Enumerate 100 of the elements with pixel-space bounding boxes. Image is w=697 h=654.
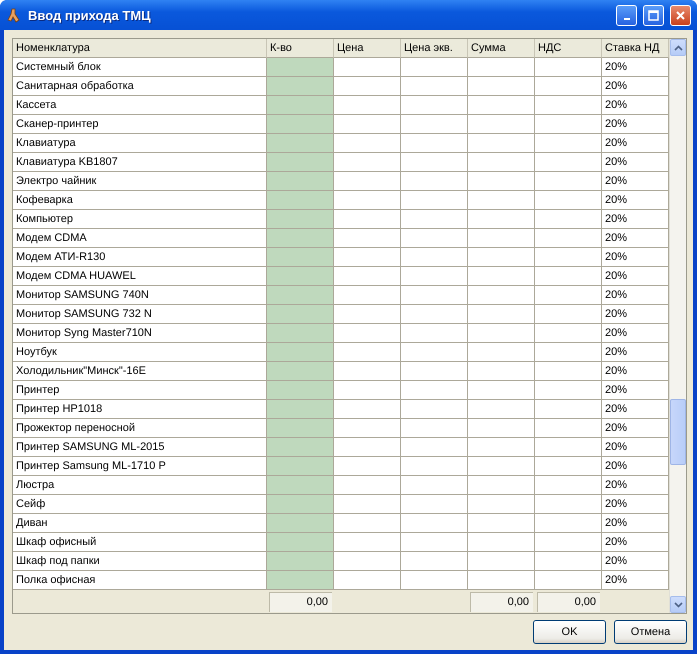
table-cell (535, 343, 602, 362)
quantity-cell[interactable] (267, 343, 334, 362)
table-cell (468, 552, 535, 571)
column-header[interactable]: Сумма (468, 39, 535, 58)
table-cell (334, 267, 401, 286)
table-cell (468, 153, 535, 172)
item-name-cell: Системный блок (13, 58, 267, 77)
quantity-cell[interactable] (267, 115, 334, 134)
quantity-cell[interactable] (267, 248, 334, 267)
quantity-cell[interactable] (267, 210, 334, 229)
item-name-cell: Кассета (13, 96, 267, 115)
vat-rate-cell: 20% (602, 533, 669, 552)
table-cell (468, 438, 535, 457)
item-name-cell: Модем CDMA (13, 229, 267, 248)
vat-rate-cell: 20% (602, 77, 669, 96)
table-cell (334, 457, 401, 476)
table-cell (401, 286, 468, 305)
minimize-icon (624, 18, 630, 20)
table-cell (401, 229, 468, 248)
table-cell (401, 381, 468, 400)
table-cell (401, 476, 468, 495)
quantity-cell[interactable] (267, 77, 334, 96)
vat-rate-cell: 20% (602, 229, 669, 248)
quantity-cell[interactable] (267, 495, 334, 514)
table-cell (468, 514, 535, 533)
table-cell (468, 476, 535, 495)
scroll-thumb[interactable] (670, 399, 686, 465)
quantity-cell[interactable] (267, 58, 334, 77)
table-cell (535, 495, 602, 514)
table-cell (535, 96, 602, 115)
quantity-cell[interactable] (267, 324, 334, 343)
chevron-up-icon (674, 44, 682, 50)
quantity-cell[interactable] (267, 172, 334, 191)
vat-rate-cell: 20% (602, 267, 669, 286)
scroll-up-button[interactable] (670, 39, 686, 56)
maximize-button[interactable] (643, 4, 664, 26)
vat-rate-cell: 20% (602, 96, 669, 115)
table-cell (334, 96, 401, 115)
quantity-cell[interactable] (267, 362, 334, 381)
table-cell (535, 324, 602, 343)
close-icon (675, 10, 686, 20)
table-cell (401, 58, 468, 77)
quantity-cell[interactable] (267, 267, 334, 286)
app-icon (6, 7, 22, 23)
table-cell (334, 210, 401, 229)
close-button[interactable] (670, 4, 691, 26)
vat-rate-cell: 20% (602, 248, 669, 267)
table-cell (334, 172, 401, 191)
table-cell (334, 324, 401, 343)
quantity-cell[interactable] (267, 438, 334, 457)
item-name-cell: Модем АТИ-R130 (13, 248, 267, 267)
vat-rate-cell: 20% (602, 495, 669, 514)
column-header[interactable]: Ставка НД (602, 39, 669, 58)
item-name-cell: Сейф (13, 495, 267, 514)
quantity-cell[interactable] (267, 381, 334, 400)
quantity-cell[interactable] (267, 476, 334, 495)
cancel-button[interactable]: Отмена (614, 620, 687, 644)
column-header[interactable]: К-во (267, 39, 334, 58)
vat-rate-cell: 20% (602, 362, 669, 381)
item-name-cell: Санитарная обработка (13, 77, 267, 96)
table-cell (468, 248, 535, 267)
table-cell (535, 286, 602, 305)
quantity-cell[interactable] (267, 305, 334, 324)
quantity-cell[interactable] (267, 96, 334, 115)
item-name-cell: Холодильник"Минск"-16Е (13, 362, 267, 381)
table-cell (401, 96, 468, 115)
column-header[interactable]: НДС (535, 39, 602, 58)
quantity-cell[interactable] (267, 571, 334, 590)
column-header[interactable]: Цена экв. (401, 39, 468, 58)
quantity-cell[interactable] (267, 552, 334, 571)
scroll-down-button[interactable] (670, 596, 686, 613)
quantity-cell[interactable] (267, 134, 334, 153)
quantity-cell[interactable] (267, 419, 334, 438)
item-name-cell: Люстра (13, 476, 267, 495)
quantity-cell[interactable] (267, 191, 334, 210)
table-cell (468, 305, 535, 324)
quantity-cell[interactable] (267, 533, 334, 552)
quantity-cell[interactable] (267, 229, 334, 248)
item-name-cell: Электро чайник (13, 172, 267, 191)
table-cell (334, 134, 401, 153)
table-cell (468, 77, 535, 96)
item-name-cell: Шкаф офисный (13, 533, 267, 552)
table-cell (401, 514, 468, 533)
table-cell (535, 58, 602, 77)
quantity-cell[interactable] (267, 286, 334, 305)
table-cell (334, 115, 401, 134)
table-cell (468, 267, 535, 286)
table-cell (401, 324, 468, 343)
column-header[interactable]: Цена (334, 39, 401, 58)
item-name-cell: Модем CDMA HUAWEL (13, 267, 267, 286)
table-cell (401, 134, 468, 153)
table-cell (401, 305, 468, 324)
quantity-cell[interactable] (267, 457, 334, 476)
quantity-cell[interactable] (267, 514, 334, 533)
minimize-button[interactable] (616, 4, 637, 26)
column-header[interactable]: Номенклатура (13, 39, 267, 58)
quantity-cell[interactable] (267, 153, 334, 172)
quantity-cell[interactable] (267, 400, 334, 419)
ok-button[interactable]: OK (533, 620, 606, 644)
table-cell (401, 362, 468, 381)
